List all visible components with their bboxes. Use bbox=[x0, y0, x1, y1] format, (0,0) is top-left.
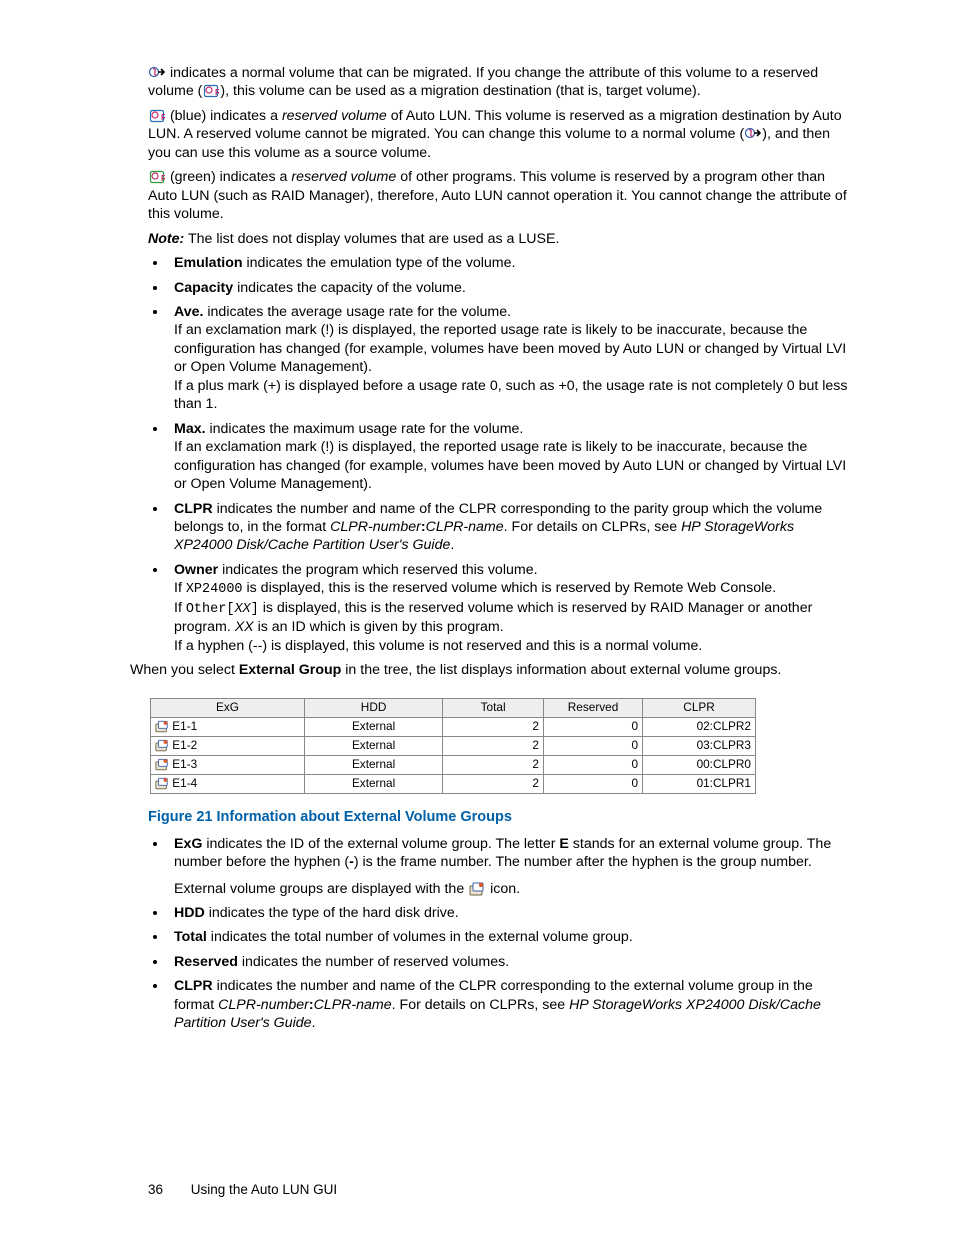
cell-clpr: 02:CLPR2 bbox=[643, 717, 756, 736]
external-fields-list: ExG indicates the ID of the external vol… bbox=[148, 835, 850, 1033]
cell-total: 2 bbox=[443, 774, 544, 793]
cell-reserved: 0 bbox=[543, 755, 642, 774]
cell-total: 2 bbox=[443, 717, 544, 736]
list-item: ExG indicates the ID of the external vol… bbox=[168, 835, 850, 898]
paragraph-reserved-green: R (green) indicates a reserved volume of… bbox=[148, 168, 850, 223]
list-item: Reserved indicates the number of reserve… bbox=[168, 953, 850, 971]
paragraph-reserved-blue: R (blue) indicates a reserved volume of … bbox=[148, 107, 850, 162]
col-header-hdd: HDD bbox=[304, 698, 442, 717]
cell-total: 2 bbox=[443, 755, 544, 774]
col-header-total: Total bbox=[443, 698, 544, 717]
reserved-volume-blue-icon: R bbox=[149, 109, 165, 123]
list-item: Ave. indicates the average usage rate fo… bbox=[168, 303, 850, 414]
cell-reserved: 0 bbox=[543, 774, 642, 793]
list-item: HDD indicates the type of the hard disk … bbox=[168, 904, 850, 922]
col-header-clpr: CLPR bbox=[643, 698, 756, 717]
table-row: E1-2External2003:CLPR3 bbox=[151, 736, 756, 755]
table-row: E1-4External2001:CLPR1 bbox=[151, 774, 756, 793]
list-item: Total indicates the total number of volu… bbox=[168, 928, 850, 946]
reserved-volume-green-icon: R bbox=[149, 170, 165, 184]
list-item: Owner indicates the program which reserv… bbox=[168, 561, 850, 655]
paragraph-normal-volume: indicates a normal volume that can be mi… bbox=[148, 64, 850, 101]
svg-text:R: R bbox=[161, 113, 165, 122]
cell-hdd: External bbox=[304, 736, 442, 755]
volume-fields-list: Emulation indicates the emulation type o… bbox=[148, 254, 850, 655]
cell-exg: E1-4 bbox=[151, 774, 305, 793]
list-item: Capacity indicates the capacity of the v… bbox=[168, 279, 850, 297]
figure-caption: Figure 21 Information about External Vol… bbox=[148, 808, 850, 827]
table-row: E1-3External2000:CLPR0 bbox=[151, 755, 756, 774]
cell-exg: E1-1 bbox=[151, 717, 305, 736]
table-header-row: ExG HDD Total Reserved CLPR bbox=[151, 698, 756, 717]
list-item: CLPR indicates the number and name of th… bbox=[168, 977, 850, 1032]
cell-clpr: 00:CLPR0 bbox=[643, 755, 756, 774]
list-item: CLPR indicates the number and name of th… bbox=[168, 500, 850, 555]
cell-hdd: External bbox=[304, 755, 442, 774]
external-group-intro: When you select External Group in the tr… bbox=[130, 661, 850, 679]
cell-exg: E1-3 bbox=[151, 755, 305, 774]
cell-clpr: 01:CLPR1 bbox=[643, 774, 756, 793]
svg-text:R: R bbox=[215, 88, 219, 97]
normal-volume-icon bbox=[149, 66, 165, 80]
cell-clpr: 03:CLPR3 bbox=[643, 736, 756, 755]
external-group-icon bbox=[155, 719, 169, 733]
list-item: Max. indicates the maximum usage rate fo… bbox=[168, 420, 850, 494]
page-footer: 36 Using the Auto LUN GUI bbox=[148, 1181, 337, 1199]
reserved-volume-icon: R bbox=[203, 84, 219, 98]
external-volume-table: ExG HDD Total Reserved CLPR E1-1External… bbox=[150, 698, 756, 794]
cell-reserved: 0 bbox=[543, 736, 642, 755]
cell-exg: E1-2 bbox=[151, 736, 305, 755]
note-line: Note: The list does not display volumes … bbox=[148, 230, 850, 248]
external-group-icon bbox=[469, 882, 485, 896]
footer-text: Using the Auto LUN GUI bbox=[191, 1182, 337, 1197]
external-group-icon bbox=[155, 776, 169, 790]
table-row: E1-1External2002:CLPR2 bbox=[151, 717, 756, 736]
page-number: 36 bbox=[148, 1182, 163, 1197]
list-item: Emulation indicates the emulation type o… bbox=[168, 254, 850, 272]
external-group-icon bbox=[155, 738, 169, 752]
normal-volume-icon bbox=[745, 127, 761, 141]
col-header-exg: ExG bbox=[151, 698, 305, 717]
cell-hdd: External bbox=[304, 717, 442, 736]
svg-text:R: R bbox=[161, 174, 165, 183]
cell-total: 2 bbox=[443, 736, 544, 755]
cell-reserved: 0 bbox=[543, 717, 642, 736]
cell-hdd: External bbox=[304, 774, 442, 793]
col-header-reserved: Reserved bbox=[543, 698, 642, 717]
external-group-icon bbox=[155, 757, 169, 771]
